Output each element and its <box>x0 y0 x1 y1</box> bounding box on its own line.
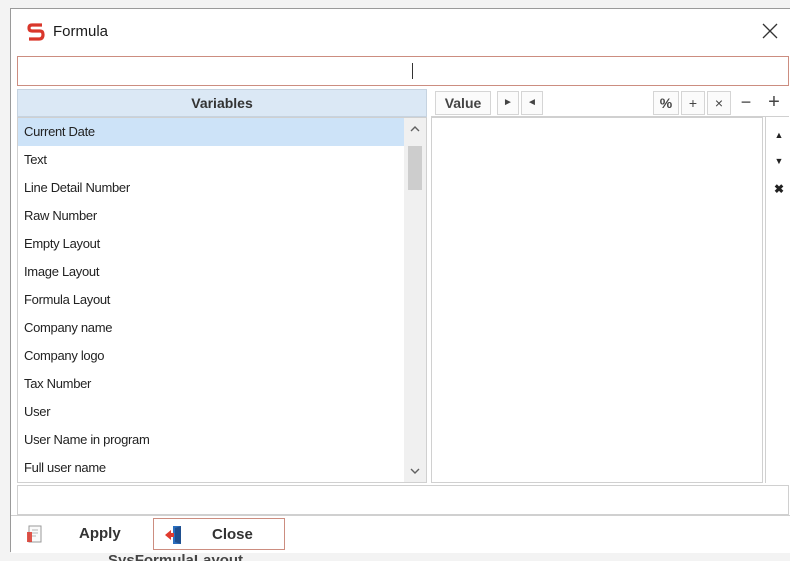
chevron-down-icon[interactable] <box>404 460 426 482</box>
title-bar: Formula <box>11 9 790 55</box>
list-item[interactable]: Image Layout <box>18 258 404 286</box>
screen: Formula Variables Value ► ◄ % + × − + Cu… <box>0 0 790 561</box>
dialog-title: Formula <box>53 23 109 40</box>
close-icon[interactable] <box>758 19 782 43</box>
apply-button[interactable]: Apply <box>17 518 151 550</box>
value-list[interactable] <box>431 117 763 483</box>
list-item[interactable]: Company logo <box>18 342 404 370</box>
move-down-button[interactable]: ▼ <box>769 151 789 173</box>
exit-door-icon <box>165 526 181 544</box>
apply-label: Apply <box>79 525 121 542</box>
list-item[interactable]: Current Date <box>18 118 404 146</box>
close-label: Close <box>212 526 253 543</box>
multiply-operator-button[interactable]: × <box>707 91 731 115</box>
formula-dialog: Formula Variables Value ► ◄ % + × − + Cu… <box>10 8 790 553</box>
next-button[interactable]: ► <box>497 91 519 115</box>
plus-operator-button[interactable]: + <box>681 91 705 115</box>
app-logo-icon <box>27 23 45 41</box>
variables-list: Current Date Text Line Detail Number Raw… <box>17 117 427 483</box>
value-label: Value <box>435 91 491 115</box>
value-side-toolbar: ▲ ▼ ✖ <box>765 117 790 483</box>
status-bar <box>17 485 789 515</box>
list-item[interactable]: Full user name <box>18 454 404 482</box>
background-layout-text: SysFormulaLayout <box>108 552 244 561</box>
list-item[interactable]: Raw Number <box>18 202 404 230</box>
list-item[interactable]: Empty Layout <box>18 230 404 258</box>
move-up-button[interactable]: ▲ <box>769 125 789 147</box>
variables-header: Variables <box>17 89 427 117</box>
list-item[interactable]: User Name in program <box>18 426 404 454</box>
document-icon <box>27 525 42 543</box>
close-button[interactable]: Close <box>153 518 285 550</box>
chevron-up-icon[interactable] <box>404 118 426 140</box>
variables-scrollbar[interactable] <box>404 118 426 482</box>
scrollbar-thumb[interactable] <box>408 146 422 190</box>
delete-button[interactable]: ✖ <box>769 179 789 201</box>
list-item[interactable]: Company name <box>18 314 404 342</box>
value-toolbar: Value ► ◄ % + × − + <box>431 89 789 117</box>
previous-button[interactable]: ◄ <box>521 91 543 115</box>
text-caret <box>412 63 413 79</box>
formula-input[interactable] <box>17 56 789 86</box>
add-value-button[interactable]: + <box>761 91 787 115</box>
list-item[interactable]: Line Detail Number <box>18 174 404 202</box>
list-item[interactable]: Formula Layout <box>18 286 404 314</box>
percent-button[interactable]: % <box>653 91 679 115</box>
list-item[interactable]: Text <box>18 146 404 174</box>
minus-operator-button[interactable]: − <box>733 91 759 115</box>
list-item[interactable]: Tax Number <box>18 370 404 398</box>
list-item[interactable]: User <box>18 398 404 426</box>
